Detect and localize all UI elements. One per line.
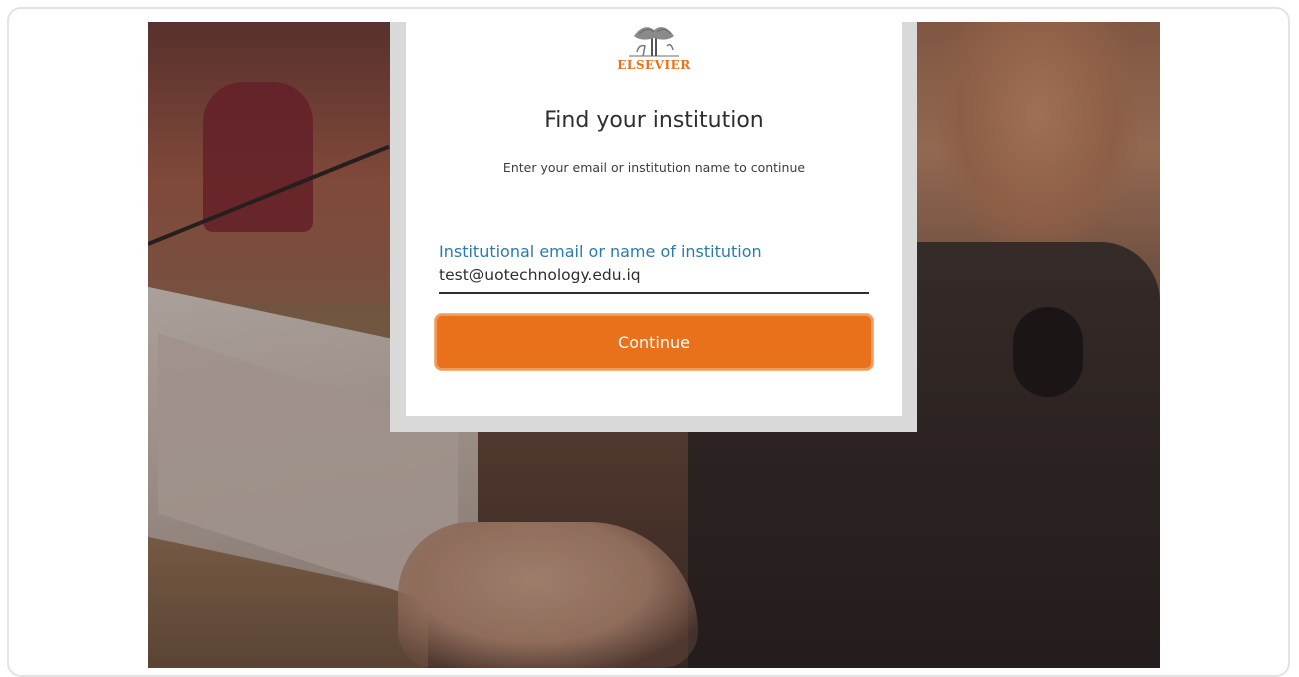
continue-button[interactable]: Continue [435, 314, 873, 370]
find-institution-dialog: ELSEVIER Find your institution Enter you… [406, 22, 902, 416]
elsevier-tree-icon [619, 22, 689, 58]
elsevier-wordmark: ELSEVIER [617, 58, 691, 72]
institution-input[interactable] [439, 264, 869, 294]
dialog-subtitle: Enter your email or institution name to … [502, 160, 806, 175]
dialog-title: Find your institution [544, 108, 764, 133]
institution-field: Institutional email or name of instituti… [439, 240, 869, 296]
elsevier-logo: ELSEVIER [406, 22, 902, 72]
institution-field-label: Institutional email or name of instituti… [439, 242, 762, 261]
